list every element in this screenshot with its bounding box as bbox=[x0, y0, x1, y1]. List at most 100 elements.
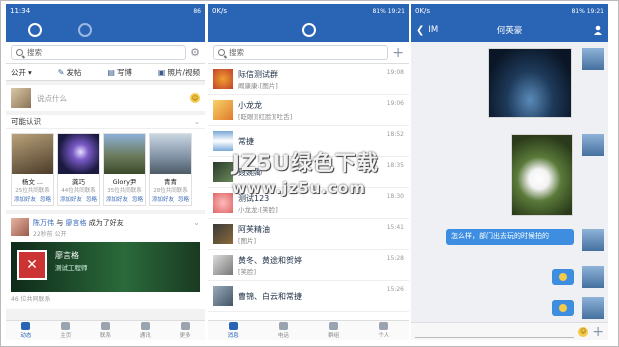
composer-placeholder: 说点什么 bbox=[37, 93, 67, 103]
suggestion-name: 杨文 ... bbox=[21, 178, 44, 186]
add-friend-button[interactable]: 添加好友 bbox=[14, 195, 36, 203]
scope-dropdown[interactable]: 公开 ▾ bbox=[11, 67, 32, 78]
emoji-message[interactable] bbox=[552, 300, 574, 316]
image-message[interactable] bbox=[511, 134, 573, 216]
tab-messages[interactable]: 消息 bbox=[228, 322, 239, 339]
add-friend-button[interactable]: 添加好友 bbox=[106, 195, 128, 203]
list-item[interactable]: 曹锦、白云和常捷 15:26 bbox=[208, 281, 409, 312]
sender-avatar bbox=[582, 297, 604, 319]
ignore-button[interactable]: 忽略 bbox=[40, 195, 51, 203]
status-time: 19:21 bbox=[387, 7, 405, 15]
add-icon[interactable]: + bbox=[392, 46, 404, 60]
post-label: 发帖 bbox=[66, 67, 82, 77]
suggestion-card[interactable]: Glory尹 35位共同联系 添加好友 忽略 bbox=[103, 133, 146, 206]
photo-video-button[interactable]: ▣ 照片/视频 bbox=[158, 67, 200, 78]
conversation-title: 际信测试群 bbox=[238, 69, 278, 79]
tab-contacts[interactable]: 联系 bbox=[100, 322, 111, 339]
tab-profile[interactable]: 个人 bbox=[378, 322, 389, 339]
feed-icon bbox=[21, 322, 31, 330]
status-composer[interactable]: 说点什么 ☺ bbox=[6, 85, 205, 111]
suggestion-mutual: 35位共同联系 bbox=[107, 188, 142, 194]
feed-actor-link[interactable]: 陈万伟 bbox=[33, 219, 54, 227]
add-friend-button[interactable]: 添加好友 bbox=[60, 195, 82, 203]
tab-label: 动态 bbox=[20, 333, 32, 339]
add-friend-button[interactable]: 添加好友 bbox=[152, 195, 174, 203]
suggestion-card[interactable]: 龚巧 44位共同联系 添加好友 忽略 bbox=[57, 133, 100, 206]
may-know-header: 可能认识 ⌄ bbox=[6, 115, 205, 129]
chat-bubble-icon[interactable] bbox=[78, 23, 92, 37]
back-label[interactable]: IM bbox=[428, 25, 438, 35]
chat-header: ❮ IM 何英豪 bbox=[411, 18, 608, 42]
suggestion-name: 青青 bbox=[164, 178, 177, 186]
messages-screen: 0K/s 81% 19:21 搜索 + 际信测试群 阚康康:[图片] 19:08 … bbox=[208, 4, 409, 340]
status-network: 0K/s bbox=[212, 7, 228, 15]
list-item[interactable]: 黄冬、黄途和贺婷 [笑脸] 15:28 bbox=[208, 250, 409, 281]
conversation-list: 际信测试群 阚康康:[图片] 19:08 小龙龙 [眨眼][红脸][吐舌] 19:0… bbox=[208, 64, 409, 312]
status-bar: 11:34 86 bbox=[6, 4, 205, 18]
post-button[interactable]: ✎ 发帖 bbox=[58, 67, 82, 78]
status-battery: 81% bbox=[571, 7, 585, 15]
list-item[interactable]: 常捷 18:52 bbox=[208, 126, 409, 157]
blog-button[interactable]: ▤ 写博 bbox=[107, 67, 132, 78]
chat-icon bbox=[140, 322, 150, 330]
status-right: 81% 19:21 bbox=[372, 8, 405, 15]
suggestion-cards: 杨文 ... 25位共同联系 添加好友 忽略 龚巧 44位共同联系 添加好友 忽略 … bbox=[6, 129, 205, 210]
app-logo-icon[interactable] bbox=[28, 23, 42, 37]
feed-item[interactable]: 陈万伟 与 廖言格 成为了好友 22秒前 公开 ⌄ ✕ 廖言格 测试工程师 46… bbox=[6, 214, 205, 309]
feed-text: 陈万伟 与 廖言格 成为了好友 bbox=[33, 218, 124, 228]
person-icon[interactable] bbox=[594, 25, 602, 35]
tab-home[interactable]: 主页 bbox=[60, 322, 71, 339]
emoji-message[interactable] bbox=[552, 269, 574, 285]
suggestion-photo bbox=[104, 134, 145, 174]
add-icon[interactable]: + bbox=[592, 325, 604, 339]
suggestion-card[interactable]: 青青 28位共同联系 添加好友 忽略 bbox=[149, 133, 192, 206]
user-avatar bbox=[11, 88, 31, 108]
list-item[interactable]: 小龙龙 [眨眼][红脸][吐舌] 19:06 bbox=[208, 95, 409, 126]
feed-time: 22秒前 bbox=[33, 231, 53, 238]
chevron-down-icon[interactable]: ⌄ bbox=[194, 117, 200, 126]
tab-feed[interactable]: 动态 bbox=[20, 322, 31, 339]
chat-title: 何英豪 bbox=[496, 26, 523, 36]
tab-more[interactable]: 更多 bbox=[180, 322, 191, 339]
chevron-down-icon[interactable]: ⌄ bbox=[193, 218, 200, 227]
profile-card[interactable]: ✕ 廖言格 测试工程师 bbox=[11, 242, 200, 292]
search-row: 搜索 ⚙ bbox=[6, 42, 205, 64]
image-message[interactable] bbox=[488, 48, 572, 118]
image-icon bbox=[61, 322, 71, 330]
chat-bubble-icon[interactable] bbox=[301, 23, 316, 37]
conversation-time: 18:35 bbox=[386, 162, 404, 169]
list-item[interactable]: 阿芙精油 [图片] 15:41 bbox=[208, 219, 409, 250]
suggestion-card[interactable]: 杨文 ... 25位共同联系 添加好友 忽略 bbox=[11, 133, 54, 206]
feed-target-link[interactable]: 廖言格 bbox=[65, 219, 86, 227]
bottom-tab-bar: 动态 主页 联系 通讯 更多 bbox=[6, 320, 205, 340]
photo-video-label: 照片/视频 bbox=[167, 67, 200, 77]
tab-messages[interactable]: 通讯 bbox=[140, 322, 151, 339]
conversation-title: 测试123 bbox=[238, 193, 270, 203]
top-bar bbox=[6, 18, 205, 42]
tab-groups[interactable]: 群组 bbox=[328, 322, 339, 339]
post-action-bar: 公开 ▾ ✎ 发帖 ▤ 写博 ▣ 照片/视频 bbox=[6, 64, 205, 81]
search-input[interactable]: 搜索 bbox=[213, 45, 389, 60]
ignore-button[interactable]: 忽略 bbox=[132, 195, 143, 203]
gear-icon[interactable]: ⚙ bbox=[190, 46, 200, 59]
emoji-icon[interactable]: ☺ bbox=[190, 93, 200, 103]
sender-avatar bbox=[582, 134, 604, 156]
list-item[interactable]: 际信测试群 阚康康:[图片] 19:08 bbox=[208, 64, 409, 95]
message-input[interactable] bbox=[415, 326, 575, 338]
status-bar: 0K/s 81% 19:21 bbox=[208, 4, 409, 18]
search-input[interactable]: 搜索 bbox=[11, 45, 187, 60]
list-item[interactable]: 测试123 小龙龙:[笑脸] 18:30 bbox=[208, 188, 409, 219]
ignore-button[interactable]: 忽略 bbox=[86, 195, 97, 203]
tab-phone[interactable]: 电话 bbox=[278, 322, 289, 339]
conversation-time: 19:06 bbox=[386, 100, 404, 107]
status-right: 81% 19:21 bbox=[571, 8, 604, 15]
feed-avatar[interactable] bbox=[11, 218, 29, 236]
text-message[interactable]: 怎么样，部门出去玩的时候拍的 bbox=[446, 229, 574, 245]
list-item[interactable]: 聂婉卿 18:35 bbox=[208, 157, 409, 188]
conversation-time: 19:08 bbox=[386, 69, 404, 76]
conversation-time: 15:26 bbox=[386, 286, 404, 293]
back-arrow-icon[interactable]: ❮ bbox=[416, 25, 424, 36]
emoji-icon[interactable]: ☺ bbox=[578, 326, 589, 337]
ignore-button[interactable]: 忽略 bbox=[178, 195, 189, 203]
status-bar: 0K/s 81% 19:21 bbox=[411, 4, 608, 18]
